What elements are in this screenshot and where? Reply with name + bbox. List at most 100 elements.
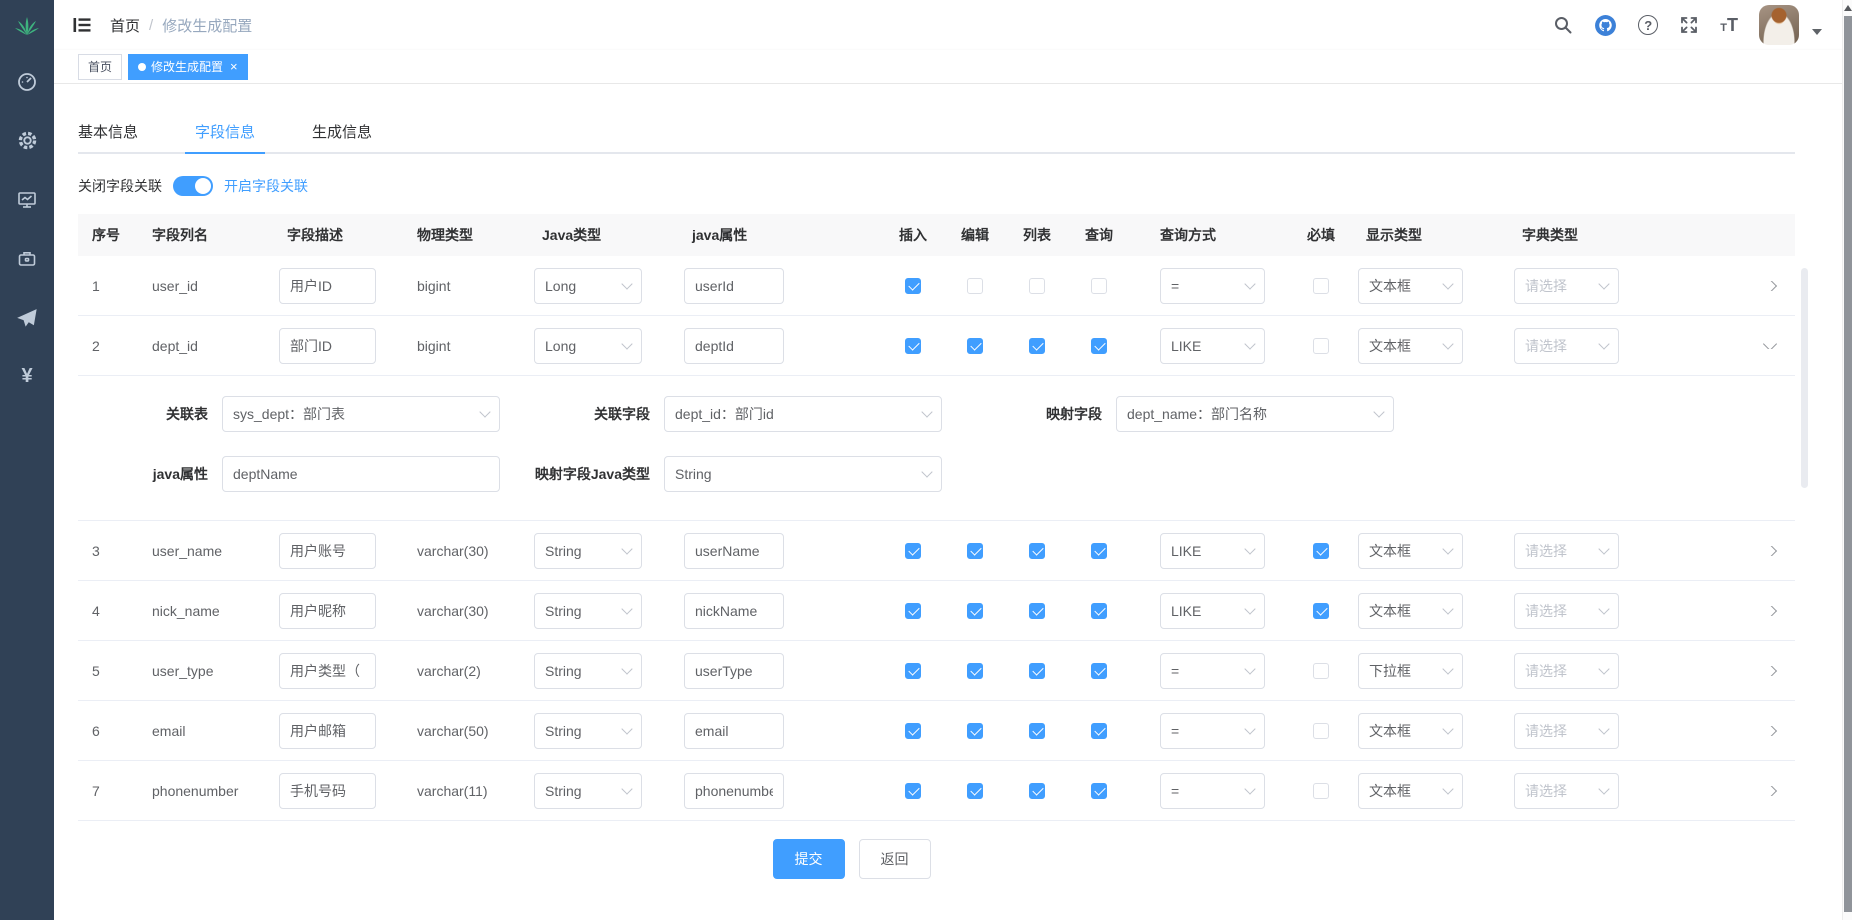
display-type-select[interactable]: 文本框 (1358, 713, 1463, 749)
java-field-input[interactable] (684, 268, 784, 304)
list-checkbox[interactable] (1029, 723, 1045, 739)
avatar-caret-icon[interactable] (1812, 29, 1822, 35)
java-field-input[interactable] (684, 328, 784, 364)
required-checkbox[interactable] (1313, 723, 1329, 739)
required-checkbox[interactable] (1313, 663, 1329, 679)
java-type-select[interactable]: String (534, 653, 642, 689)
description-input[interactable] (279, 268, 376, 304)
submit-button[interactable]: 提交 (773, 839, 845, 879)
java-field-input[interactable] (684, 533, 784, 569)
sidebar-item-dashboard[interactable] (0, 52, 54, 111)
fullscreen-icon[interactable] (1679, 15, 1699, 35)
display-type-select[interactable]: 文本框 (1358, 593, 1463, 629)
back-button[interactable]: 返回 (859, 839, 931, 879)
sidebar-item-finance[interactable]: ¥ (0, 347, 54, 406)
scroll-up-arrow-icon[interactable] (1844, 5, 1852, 11)
list-checkbox[interactable] (1029, 543, 1045, 559)
query-checkbox[interactable] (1091, 783, 1107, 799)
expand-row-chevron[interactable] (1763, 726, 1777, 736)
help-icon[interactable]: ? (1638, 15, 1658, 35)
sidebar-item-monitor[interactable] (0, 170, 54, 229)
query-checkbox[interactable] (1091, 278, 1107, 294)
avatar[interactable] (1759, 5, 1799, 45)
expand-row-chevron[interactable] (1763, 786, 1777, 796)
description-input[interactable] (279, 713, 376, 749)
edit-checkbox[interactable] (967, 663, 983, 679)
app-logo[interactable] (0, 0, 54, 52)
expand-row-chevron[interactable] (1763, 606, 1777, 616)
java-field-input[interactable] (684, 653, 784, 689)
breadcrumb-home[interactable]: 首页 (110, 15, 140, 36)
query-mode-select[interactable]: LIKE (1160, 533, 1265, 569)
query-mode-select[interactable]: LIKE (1160, 328, 1265, 364)
insert-checkbox[interactable] (905, 723, 921, 739)
dict-type-select[interactable]: 请选择 (1514, 593, 1619, 629)
expand-row-chevron[interactable] (1763, 343, 1777, 349)
tab-field-info[interactable]: 字段信息 (195, 114, 255, 152)
sidebar-item-system[interactable] (0, 111, 54, 170)
display-type-select[interactable]: 下拉框 (1358, 653, 1463, 689)
java-type-select[interactable]: Long (534, 268, 642, 304)
table-scrollbar-thumb[interactable] (1801, 268, 1808, 488)
description-input[interactable] (279, 328, 376, 364)
required-checkbox[interactable] (1313, 603, 1329, 619)
description-input[interactable] (279, 593, 376, 629)
display-type-select[interactable]: 文本框 (1358, 268, 1463, 304)
expand-row-chevron[interactable] (1763, 666, 1777, 676)
mapping-java-type-select[interactable]: String (664, 456, 942, 492)
java-type-select[interactable]: String (534, 773, 642, 809)
java-type-select[interactable]: String (534, 713, 642, 749)
fold-menu-icon[interactable] (72, 14, 94, 36)
relation-field-select[interactable]: dept_id：部门id (664, 396, 942, 432)
field-relation-switch[interactable] (173, 176, 213, 196)
display-type-select[interactable]: 文本框 (1358, 773, 1463, 809)
insert-checkbox[interactable] (905, 543, 921, 559)
list-checkbox[interactable] (1029, 338, 1045, 354)
relation-table-select[interactable]: sys_dept：部门表 (222, 396, 500, 432)
tab-generate-info[interactable]: 生成信息 (312, 114, 372, 152)
description-input[interactable] (279, 653, 376, 689)
expand-row-chevron[interactable] (1763, 281, 1777, 291)
query-mode-select[interactable]: = (1160, 773, 1265, 809)
java-field-input[interactable] (684, 593, 784, 629)
font-size-icon[interactable]: TT (1720, 16, 1738, 34)
tag-close-icon[interactable]: × (230, 60, 238, 73)
sidebar-item-deploy[interactable] (0, 288, 54, 347)
query-mode-select[interactable]: = (1160, 713, 1265, 749)
list-checkbox[interactable] (1029, 663, 1045, 679)
sidebar-item-tools[interactable] (0, 229, 54, 288)
dict-type-select[interactable]: 请选择 (1514, 713, 1619, 749)
query-mode-select[interactable]: = (1160, 268, 1265, 304)
edit-checkbox[interactable] (967, 783, 983, 799)
edit-checkbox[interactable] (967, 603, 983, 619)
insert-checkbox[interactable] (905, 278, 921, 294)
java-field-input[interactable] (684, 773, 784, 809)
tag-home[interactable]: 首页 (78, 54, 122, 80)
edit-checkbox[interactable] (967, 338, 983, 354)
expand-row-chevron[interactable] (1763, 546, 1777, 556)
required-checkbox[interactable] (1313, 783, 1329, 799)
insert-checkbox[interactable] (905, 663, 921, 679)
query-mode-select[interactable]: = (1160, 653, 1265, 689)
required-checkbox[interactable] (1313, 278, 1329, 294)
java-type-select[interactable]: String (534, 533, 642, 569)
insert-checkbox[interactable] (905, 338, 921, 354)
java-field-input[interactable] (684, 713, 784, 749)
tab-basic-info[interactable]: 基本信息 (78, 114, 138, 152)
window-scrollbar-thumb[interactable] (1844, 16, 1852, 912)
window-scrollbar[interactable] (1842, 0, 1852, 920)
edit-checkbox[interactable] (967, 278, 983, 294)
query-checkbox[interactable] (1091, 543, 1107, 559)
insert-checkbox[interactable] (905, 783, 921, 799)
edit-checkbox[interactable] (967, 543, 983, 559)
mapping-field-select[interactable]: dept_name：部门名称 (1116, 396, 1394, 432)
query-checkbox[interactable] (1091, 663, 1107, 679)
edit-checkbox[interactable] (967, 723, 983, 739)
list-checkbox[interactable] (1029, 783, 1045, 799)
exp-java-field-input[interactable] (222, 456, 500, 492)
list-checkbox[interactable] (1029, 603, 1045, 619)
dict-type-select[interactable]: 请选择 (1514, 653, 1619, 689)
query-checkbox[interactable] (1091, 338, 1107, 354)
java-type-select[interactable]: Long (534, 328, 642, 364)
required-checkbox[interactable] (1313, 338, 1329, 354)
